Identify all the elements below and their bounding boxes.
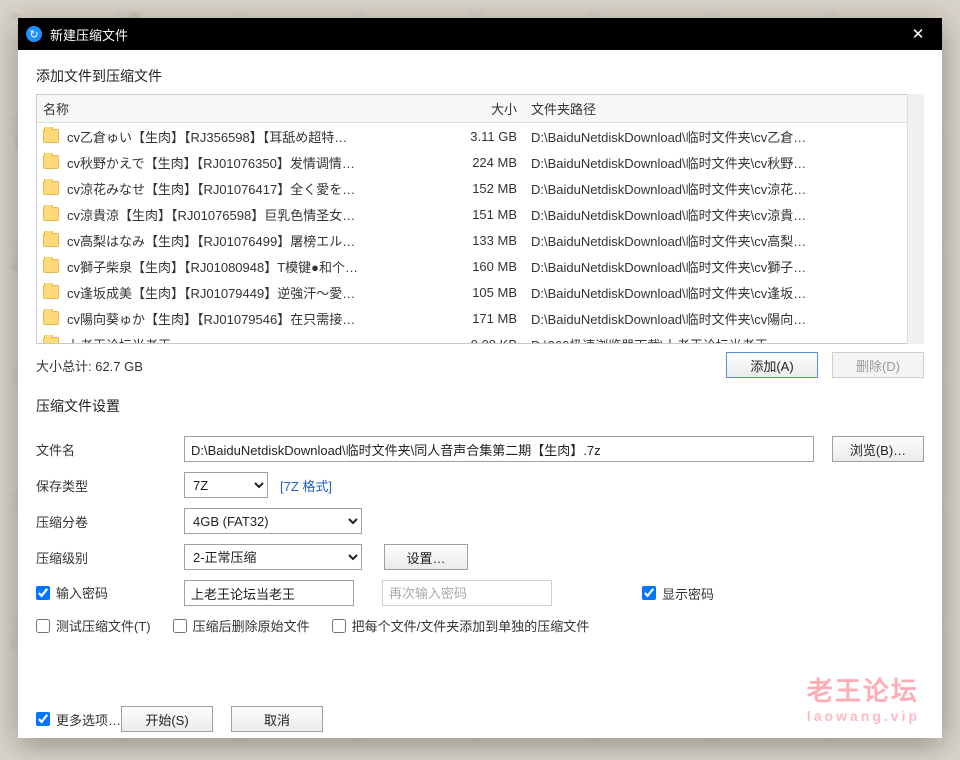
- row-name: cv乙倉ゅい【生肉】【RJ356598】【耳舐め超特…: [67, 127, 347, 146]
- row-name: cv陽向葵ゅか【生肉】【RJ01079546】在只需接…: [67, 309, 355, 328]
- create-archive-dialog: ↻ 新建压缩文件 ✕ 添加文件到压缩文件 名称 大小 文件夹路径 cv乙倉ゅい【…: [18, 18, 942, 738]
- table-row[interactable]: cv陽向葵ゅか【生肉】【RJ01079546】在只需接… 171 MBD:\Bai…: [37, 305, 923, 331]
- row-path: D:\BaiduNetdiskDownload\临时文件夹\cv獅子…: [531, 257, 917, 276]
- row-path: D:\BaiduNetdiskDownload\临时文件夹\cv秋野…: [531, 153, 917, 172]
- folder-icon: [43, 259, 59, 273]
- table-row[interactable]: cv秋野かえで【生肉】【RJ01076350】发情调情… 224 MBD:\Bai…: [37, 149, 923, 175]
- delete-after-checkbox[interactable]: 压缩后删除原始文件: [173, 616, 310, 635]
- row-name: cv涼花みなせ【生肉】【RJ01076417】全く愛を…: [67, 179, 355, 198]
- row-path: D:\BaiduNetdiskDownload\临时文件夹\cv乙倉…: [531, 127, 917, 146]
- separate-archives-check[interactable]: [332, 619, 346, 633]
- table-row[interactable]: cv逢坂成美【生肉】【RJ01079449】逆強汗～愛… 105 MBD:\Bai…: [37, 279, 923, 305]
- row-size: 151 MB: [443, 207, 531, 222]
- password-confirm-input: [382, 580, 552, 606]
- row-path: D:\BaiduNetdiskDownload\临时文件夹\cv陽向…: [531, 309, 917, 328]
- format-link[interactable]: [7Z 格式]: [280, 476, 332, 495]
- separate-archives-checkbox[interactable]: 把每个文件/文件夹添加到单独的压缩文件: [332, 616, 590, 635]
- folder-icon: [43, 129, 59, 143]
- enter-password-check[interactable]: [36, 586, 50, 600]
- folder-icon: [43, 285, 59, 299]
- folder-icon: [43, 155, 59, 169]
- app-icon: ↻: [26, 26, 42, 42]
- password-input[interactable]: [184, 580, 354, 606]
- browse-button[interactable]: 浏览(B)…: [832, 436, 924, 462]
- row-name: 上老王论坛当老王: [67, 335, 171, 345]
- volume-select[interactable]: 4GB (FAT32): [184, 508, 362, 534]
- header-size[interactable]: 大小: [443, 99, 531, 118]
- row-size: 105 MB: [443, 285, 531, 300]
- window-title: 新建压缩文件: [50, 25, 128, 44]
- more-options-check[interactable]: [36, 712, 50, 726]
- row-size: 224 MB: [443, 155, 531, 170]
- cancel-button[interactable]: 取消: [231, 706, 323, 732]
- close-icon[interactable]: ✕: [902, 25, 934, 43]
- header-name[interactable]: 名称: [43, 99, 443, 118]
- row-size: 171 MB: [443, 311, 531, 326]
- show-password-check[interactable]: [642, 586, 656, 600]
- enter-password-label: 输入密码: [56, 583, 108, 602]
- total-size-label: 大小总计: 62.7 GB: [36, 356, 143, 375]
- table-header: 名称 大小 文件夹路径: [37, 95, 923, 123]
- row-path: D:\BaiduNetdiskDownload\临时文件夹\cv高梨…: [531, 231, 917, 250]
- table-row[interactable]: cv乙倉ゅい【生肉】【RJ356598】【耳舐め超特… 3.11 GBD:\Bai…: [37, 123, 923, 149]
- row-name: cv涼貴涼【生肉】【RJ01076598】巨乳色情圣女…: [67, 205, 355, 224]
- row-name: cv獅子柴泉【生肉】【RJ01080948】T模键●和个…: [67, 257, 358, 276]
- row-path: D:\BaiduNetdiskDownload\临时文件夹\cv涼貴…: [531, 205, 917, 224]
- row-name: cv逢坂成美【生肉】【RJ01079449】逆強汗～愛…: [67, 283, 355, 302]
- add-button[interactable]: 添加(A): [726, 352, 818, 378]
- filename-label: 文件名: [36, 440, 184, 459]
- test-archive-checkbox[interactable]: 测试压缩文件(T): [36, 616, 151, 635]
- start-button[interactable]: 开始(S): [121, 706, 213, 732]
- folder-icon: [43, 311, 59, 325]
- level-label: 压缩级别: [36, 548, 184, 567]
- titlebar[interactable]: ↻ 新建压缩文件 ✕: [18, 18, 942, 50]
- savetype-select[interactable]: 7Z: [184, 472, 268, 498]
- table-row[interactable]: cv高梨はなみ【生肉】【RJ01076499】屠榜エル… 133 MBD:\Bai…: [37, 227, 923, 253]
- folder-icon: [43, 233, 59, 247]
- table-row[interactable]: 上老王论坛当老王 9.09 KBD:\360极速浏览器下载\上老王论坛当老王: [37, 331, 923, 344]
- row-size: 9.09 KB: [443, 337, 531, 345]
- delete-button: 删除(D): [832, 352, 924, 378]
- delete-after-check[interactable]: [173, 619, 187, 633]
- row-size: 3.11 GB: [443, 129, 531, 144]
- header-path[interactable]: 文件夹路径: [531, 99, 917, 118]
- archive-settings-title: 压缩文件设置: [36, 396, 924, 416]
- row-path: D:\360极速浏览器下载\上老王论坛当老王: [531, 335, 917, 345]
- row-name: cv秋野かえで【生肉】【RJ01076350】发情调情…: [67, 153, 355, 172]
- row-path: D:\BaiduNetdiskDownload\临时文件夹\cv涼花…: [531, 179, 917, 198]
- show-password-label: 显示密码: [662, 584, 714, 603]
- volume-label: 压缩分卷: [36, 512, 184, 531]
- add-files-section-title: 添加文件到压缩文件: [36, 66, 924, 86]
- level-select[interactable]: 2-正常压缩: [184, 544, 362, 570]
- row-name: cv高梨はなみ【生肉】【RJ01076499】屠榜エル…: [67, 231, 355, 250]
- row-path: D:\BaiduNetdiskDownload\临时文件夹\cv逢坂…: [531, 283, 917, 302]
- table-row[interactable]: cv涼貴涼【生肉】【RJ01076598】巨乳色情圣女… 151 MBD:\Bai…: [37, 201, 923, 227]
- more-options-checkbox[interactable]: 更多选项…: [36, 710, 121, 729]
- scrollbar[interactable]: [907, 94, 924, 344]
- row-size: 152 MB: [443, 181, 531, 196]
- row-size: 133 MB: [443, 233, 531, 248]
- show-password-checkbox[interactable]: 显示密码: [642, 584, 714, 603]
- test-archive-check[interactable]: [36, 619, 50, 633]
- folder-icon: [43, 207, 59, 221]
- enter-password-checkbox[interactable]: 输入密码: [36, 583, 108, 602]
- filename-input[interactable]: [184, 436, 814, 462]
- table-row[interactable]: cv獅子柴泉【生肉】【RJ01080948】T模键●和个… 160 MBD:\Ba…: [37, 253, 923, 279]
- table-row[interactable]: cv涼花みなせ【生肉】【RJ01076417】全く愛を… 152 MBD:\Bai…: [37, 175, 923, 201]
- file-list-table[interactable]: 名称 大小 文件夹路径 cv乙倉ゅい【生肉】【RJ356598】【耳舐め超特… 3…: [36, 94, 924, 344]
- savetype-label: 保存类型: [36, 476, 184, 495]
- folder-icon: [43, 337, 59, 344]
- settings-button[interactable]: 设置…: [384, 544, 468, 570]
- folder-icon: [43, 181, 59, 195]
- row-size: 160 MB: [443, 259, 531, 274]
